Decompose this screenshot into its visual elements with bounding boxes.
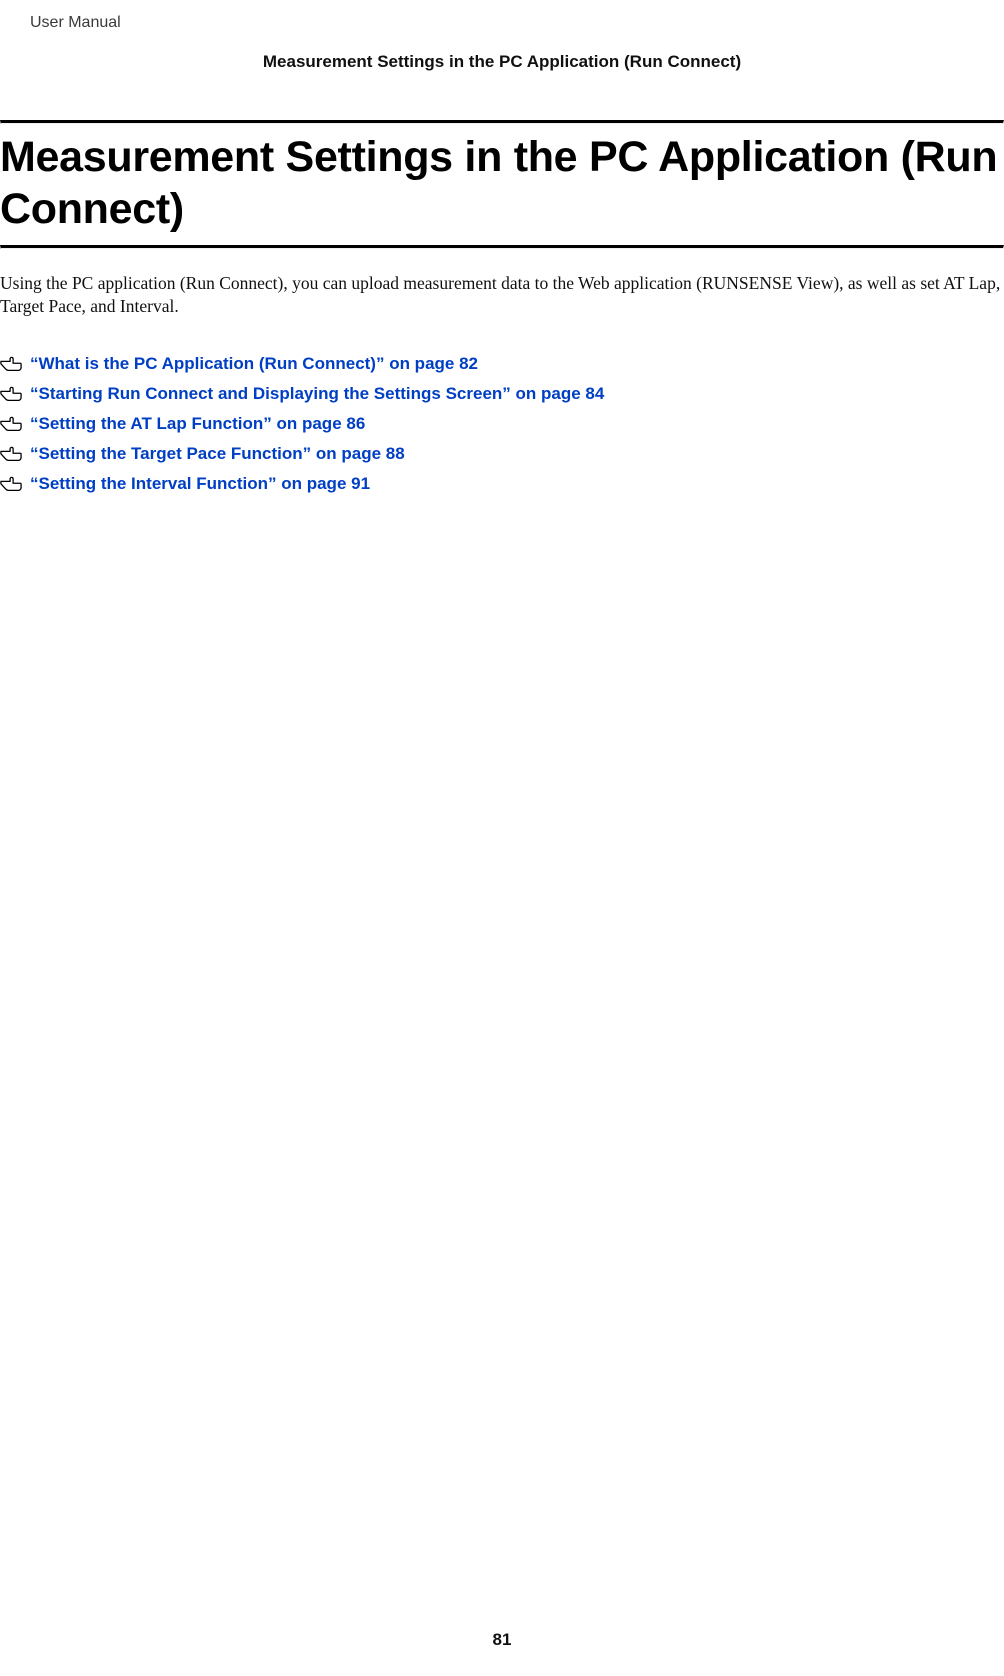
cross-reference-item: “What is the PC Application (Run Connect… (0, 353, 1004, 376)
page-number: 81 (0, 1630, 1004, 1650)
hand-point-icon (0, 355, 22, 373)
cross-reference-list: “What is the PC Application (Run Connect… (0, 353, 1004, 496)
cross-reference-item: “Setting the Interval Function” on page … (0, 473, 1004, 496)
document-label: User Manual (30, 14, 121, 32)
cross-reference-link[interactable]: “Setting the Interval Function” on page … (30, 473, 370, 496)
cross-reference-item: “Setting the Target Pace Function” on pa… (0, 443, 1004, 466)
cross-reference-link[interactable]: “What is the PC Application (Run Connect… (30, 353, 478, 376)
intro-paragraph: Using the PC application (Run Connect), … (0, 272, 1004, 319)
hand-point-icon (0, 415, 22, 433)
page-title: Measurement Settings in the PC Applicati… (0, 124, 1004, 245)
cross-reference-item: “Starting Run Connect and Displaying the… (0, 383, 1004, 406)
cross-reference-link[interactable]: “Setting the Target Pace Function” on pa… (30, 443, 405, 466)
cross-reference-link[interactable]: “Starting Run Connect and Displaying the… (30, 383, 604, 406)
hand-point-icon (0, 475, 22, 493)
hand-point-icon (0, 445, 22, 463)
hand-point-icon (0, 385, 22, 403)
title-rule-bottom (0, 245, 1004, 249)
running-header: Measurement Settings in the PC Applicati… (0, 52, 1004, 72)
cross-reference-link[interactable]: “Setting the AT Lap Function” on page 86 (30, 413, 365, 436)
page: User Manual Measurement Settings in the … (0, 0, 1004, 1676)
title-block: Measurement Settings in the PC Applicati… (0, 120, 1004, 249)
cross-reference-item: “Setting the AT Lap Function” on page 86 (0, 413, 1004, 436)
body-area: Using the PC application (Run Connect), … (0, 254, 1004, 502)
